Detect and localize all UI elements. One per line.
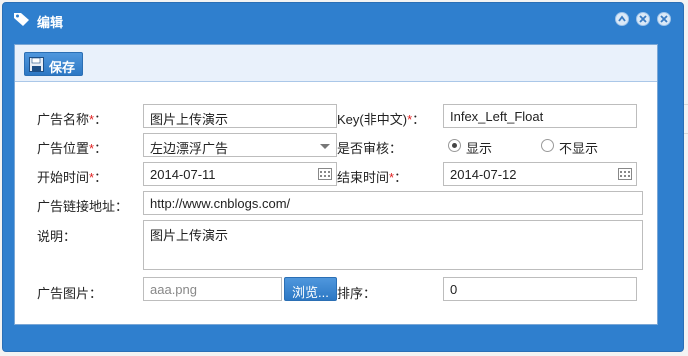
review-label: 是否审核： [337,141,403,156]
ad-name-input[interactable]: 图片上传演示 [143,104,337,128]
ad-position-select[interactable]: 左边漂浮广告 [143,133,337,157]
sort-input[interactable]: 0 [443,277,637,301]
minimize-button[interactable] [636,12,650,26]
review-show-label[interactable]: 显示 [466,138,492,157]
end-time-input[interactable]: 2014-07-12 [443,162,637,186]
image-label: 广告图片： [37,286,103,301]
form-panel: 保存 广告名称*： 图片上传演示 Key(非中文)*： Infex_Left_F… [14,44,658,325]
ad-name-label: 广告名称*： [37,112,108,127]
minimize-icon [639,15,647,23]
tag-icon [14,13,29,26]
description-label: 说明： [37,229,77,244]
review-show-radio[interactable] [448,139,461,152]
end-time-label: 结束时间*： [337,170,408,185]
key-label: Key(非中文)*： [337,112,426,127]
collapse-icon [618,15,626,22]
toolbar: 保存 [15,45,657,82]
start-time-label: 开始时间*： [37,170,108,185]
key-input[interactable]: Infex_Left_Float [443,104,637,128]
edit-dialog: 编辑 保存 广告名称*： 图片上传演示 Key(非中文)*： Infex_Lef… [2,2,684,352]
calendar-icon[interactable] [618,168,632,180]
start-time-value: 2014-07-11 [150,167,216,182]
ad-position-value: 左边漂浮广告 [150,141,229,156]
save-disk-icon [29,57,44,72]
image-file-input[interactable]: aaa.png [143,277,282,301]
link-label: 广告链接地址： [37,199,129,214]
save-button[interactable]: 保存 [24,52,83,76]
dialog-title: 编辑 [37,15,64,30]
review-hide-radio[interactable] [541,139,554,152]
sort-label: 排序： [337,286,377,301]
close-button[interactable] [657,12,671,26]
end-time-value: 2014-07-12 [450,167,517,182]
collapse-button[interactable] [615,12,629,26]
link-input[interactable]: http://www.cnblogs.com/ [143,191,643,215]
start-time-input[interactable]: 2014-07-11 [143,162,337,186]
review-hide-label[interactable]: 不显示 [559,138,598,157]
close-icon [660,15,668,23]
save-button-label: 保存 [49,60,76,75]
calendar-icon[interactable] [318,168,332,180]
dropdown-arrow-icon [320,144,330,149]
ad-position-label: 广告位置*： [37,141,108,156]
browse-button[interactable]: 浏览... [284,277,337,301]
description-textarea[interactable]: 图片上传演示 [143,220,643,270]
dialog-titlebar[interactable]: 编辑 [3,3,683,35]
